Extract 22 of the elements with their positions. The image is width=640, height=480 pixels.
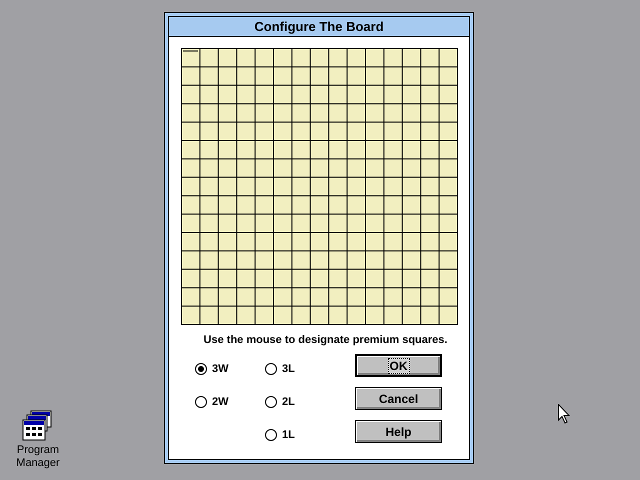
radio-option[interactable]: 2W: [195, 393, 228, 411]
radio-option[interactable]: 3L: [265, 360, 295, 378]
instruction-text: Use the mouse to designate premium squares.: [202, 334, 448, 346]
radio-circle[interactable]: [265, 396, 277, 408]
dialog-button[interactable]: Help: [355, 420, 442, 443]
radio-circle[interactable]: [265, 429, 277, 441]
radio-circle[interactable]: [195, 363, 207, 375]
focus-outline: OK: [388, 358, 410, 374]
radio-option[interactable]: 1L: [265, 426, 295, 444]
dialog-button[interactable]: Cancel: [355, 387, 442, 410]
focus-outline: Help: [384, 424, 412, 440]
icon-label[interactable]: Program Manager: [10, 444, 66, 470]
focus-outline: Cancel: [378, 390, 420, 406]
mouse-pointer-icon: [558, 404, 570, 424]
radio-circle[interactable]: [195, 396, 207, 408]
radio-option[interactable]: 3W: [195, 360, 228, 378]
program-manager-icon[interactable]: [22, 410, 54, 442]
board-grid[interactable]: [181, 48, 458, 325]
dialog-button[interactable]: OK: [355, 354, 442, 377]
window-title: Configure The Board: [169, 17, 469, 37]
radio-option[interactable]: 2L: [265, 393, 295, 411]
radio-circle[interactable]: [265, 363, 277, 375]
